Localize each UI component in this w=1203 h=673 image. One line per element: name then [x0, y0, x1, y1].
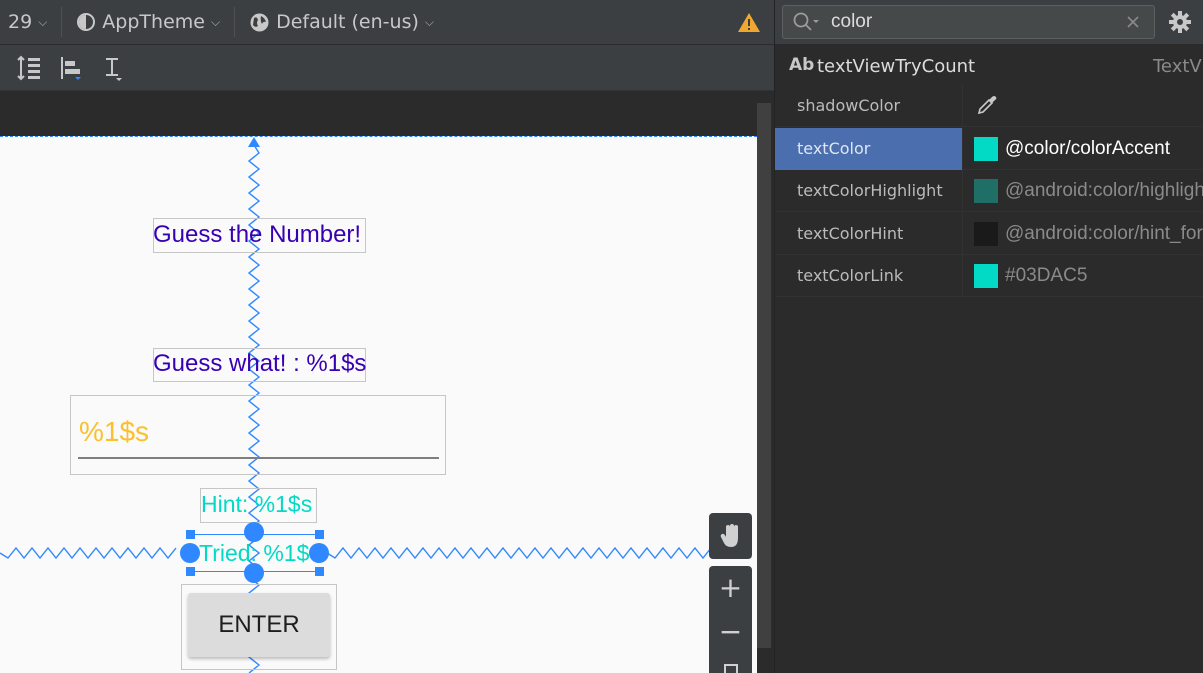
- configuration-toolbar: 29 ⌵ AppTheme ⌵ Default (en-us) ⌵: [0, 0, 774, 45]
- align-left-icon[interactable]: [58, 55, 84, 81]
- attribute-name-cell[interactable]: textColorHint: [775, 212, 963, 255]
- attribute-name: textColor: [797, 138, 871, 158]
- locale-label: Default (en-us): [276, 11, 419, 33]
- theme-label: AppTheme: [102, 11, 205, 33]
- toolbar-divider: [61, 7, 63, 37]
- attribute-name-cell[interactable]: textColorLink: [775, 255, 963, 297]
- guess-edittext[interactable]: %1$s: [79, 416, 149, 448]
- locale-dropdown[interactable]: Default (en-us) ⌵: [241, 0, 442, 44]
- chevron-down-icon: ⌵: [424, 14, 434, 29]
- attribute-row-textcolorhint[interactable]: textColorHint @android:color/hint_foregro…: [775, 212, 1203, 255]
- color-swatch[interactable]: [974, 221, 998, 246]
- attribute-value[interactable]: @color/colorAccent: [1005, 138, 1170, 160]
- enter-button[interactable]: ENTER: [188, 593, 330, 657]
- chevron-down-icon: ⌵: [38, 14, 48, 29]
- vertical-scrollbar[interactable]: [757, 103, 771, 648]
- baseline-guideline-icon[interactable]: [100, 55, 126, 81]
- theme-icon: [77, 13, 96, 31]
- attribute-value[interactable]: @android:color/highlight: [1005, 180, 1203, 202]
- attribute-name-cell[interactable]: textColor: [775, 127, 963, 170]
- constraint-anchor-right[interactable]: [309, 543, 329, 563]
- theme-dropdown[interactable]: AppTheme ⌵: [68, 0, 228, 44]
- pan-tool-button[interactable]: [709, 513, 752, 559]
- attribute-name: shadowColor: [797, 96, 901, 115]
- gear-icon[interactable]: [1168, 10, 1192, 34]
- textview-type-icon: Ab: [789, 55, 815, 75]
- resize-handle-top-right[interactable]: [315, 530, 324, 539]
- constraint-anchor-left[interactable]: [180, 543, 200, 563]
- attributes-panel: Ab textViewTryCount TextView shadowColor…: [774, 0, 1203, 673]
- color-swatch[interactable]: [974, 136, 998, 161]
- component-type: TextView: [1153, 56, 1203, 77]
- chevron-down-icon: ⌵: [210, 14, 221, 29]
- attribute-value-cell[interactable]: @android:color/highlight: [964, 170, 1203, 212]
- attribute-value[interactable]: @android:color/hint_foreground: [1005, 223, 1203, 245]
- selected-component-header: Ab textViewTryCount TextView: [775, 44, 1203, 85]
- attribute-value-cell[interactable]: [964, 85, 1203, 127]
- pack-icon[interactable]: [16, 55, 42, 81]
- hint-textview[interactable]: Hint: %1$s: [201, 491, 312, 518]
- attribute-value[interactable]: #03DAC5: [1005, 265, 1087, 287]
- hand-icon: [720, 524, 738, 547]
- attribute-value-cell[interactable]: @color/colorAccent: [964, 128, 1203, 170]
- zoom-out-button[interactable]: −: [709, 618, 752, 646]
- canvas-header-strip: [0, 91, 774, 136]
- attributes-search-box[interactable]: [782, 5, 1155, 39]
- search-icon: [793, 12, 819, 31]
- color-swatch[interactable]: [974, 264, 998, 288]
- attribute-value-cell[interactable]: #03DAC5: [964, 255, 1203, 297]
- title-textview[interactable]: Guess the Number!: [153, 221, 361, 249]
- resize-handle-bottom-right[interactable]: [315, 567, 324, 576]
- edittext-underline: [78, 457, 439, 459]
- attribute-name-cell[interactable]: shadowColor: [775, 85, 963, 127]
- attribute-name: textColorHint: [797, 223, 904, 243]
- attribute-row-textcolor[interactable]: textColor @color/colorAccent: [775, 127, 1203, 170]
- resize-handle-top-left[interactable]: [186, 530, 195, 539]
- clear-search-icon[interactable]: [1126, 15, 1140, 29]
- attribute-row-textcolorhighlight[interactable]: textColorHighlight @android:color/highlig…: [775, 170, 1203, 212]
- constraint-anchor-top[interactable]: [244, 522, 264, 542]
- color-picker-icon[interactable]: [976, 94, 998, 116]
- attributes-search-input[interactable]: [831, 6, 1111, 38]
- component-id: textViewTryCount: [817, 56, 976, 77]
- api-level-dropdown[interactable]: 29 ⌵: [0, 0, 55, 44]
- guess-what-textview[interactable]: Guess what! : %1$s: [153, 350, 366, 378]
- api-level-label: 29: [8, 11, 33, 33]
- resize-handle-bottom-left[interactable]: [186, 567, 195, 576]
- color-swatch[interactable]: [974, 179, 998, 203]
- attribute-name-cell[interactable]: textColorHighlight: [775, 170, 963, 212]
- attribute-name: textColorHighlight: [797, 181, 943, 200]
- zoom-in-button[interactable]: +: [709, 574, 752, 602]
- globe-icon: [250, 13, 269, 31]
- warning-icon[interactable]: [737, 12, 761, 33]
- attribute-name: textColorLink: [797, 266, 904, 285]
- attribute-row-textcolorlink[interactable]: textColorLink #03DAC5: [775, 255, 1203, 297]
- design-toolbar: [0, 45, 774, 91]
- attributes-search-bar: [775, 0, 1203, 44]
- constraint-anchor-bottom[interactable]: [244, 563, 264, 583]
- design-canvas[interactable]: Guess the Number! Guess what! : %1$s %1$…: [0, 136, 757, 673]
- zoom-controls: + −: [709, 566, 752, 673]
- toolbar-divider: [234, 7, 236, 37]
- zoom-to-fit-icon[interactable]: [724, 664, 738, 673]
- attribute-value-cell[interactable]: @android:color/hint_foreground: [964, 213, 1203, 255]
- attribute-row-shadowcolor[interactable]: shadowColor: [775, 85, 1203, 127]
- layout-editor: 29 ⌵ AppTheme ⌵ Default (en-us) ⌵ Guess …: [0, 0, 774, 673]
